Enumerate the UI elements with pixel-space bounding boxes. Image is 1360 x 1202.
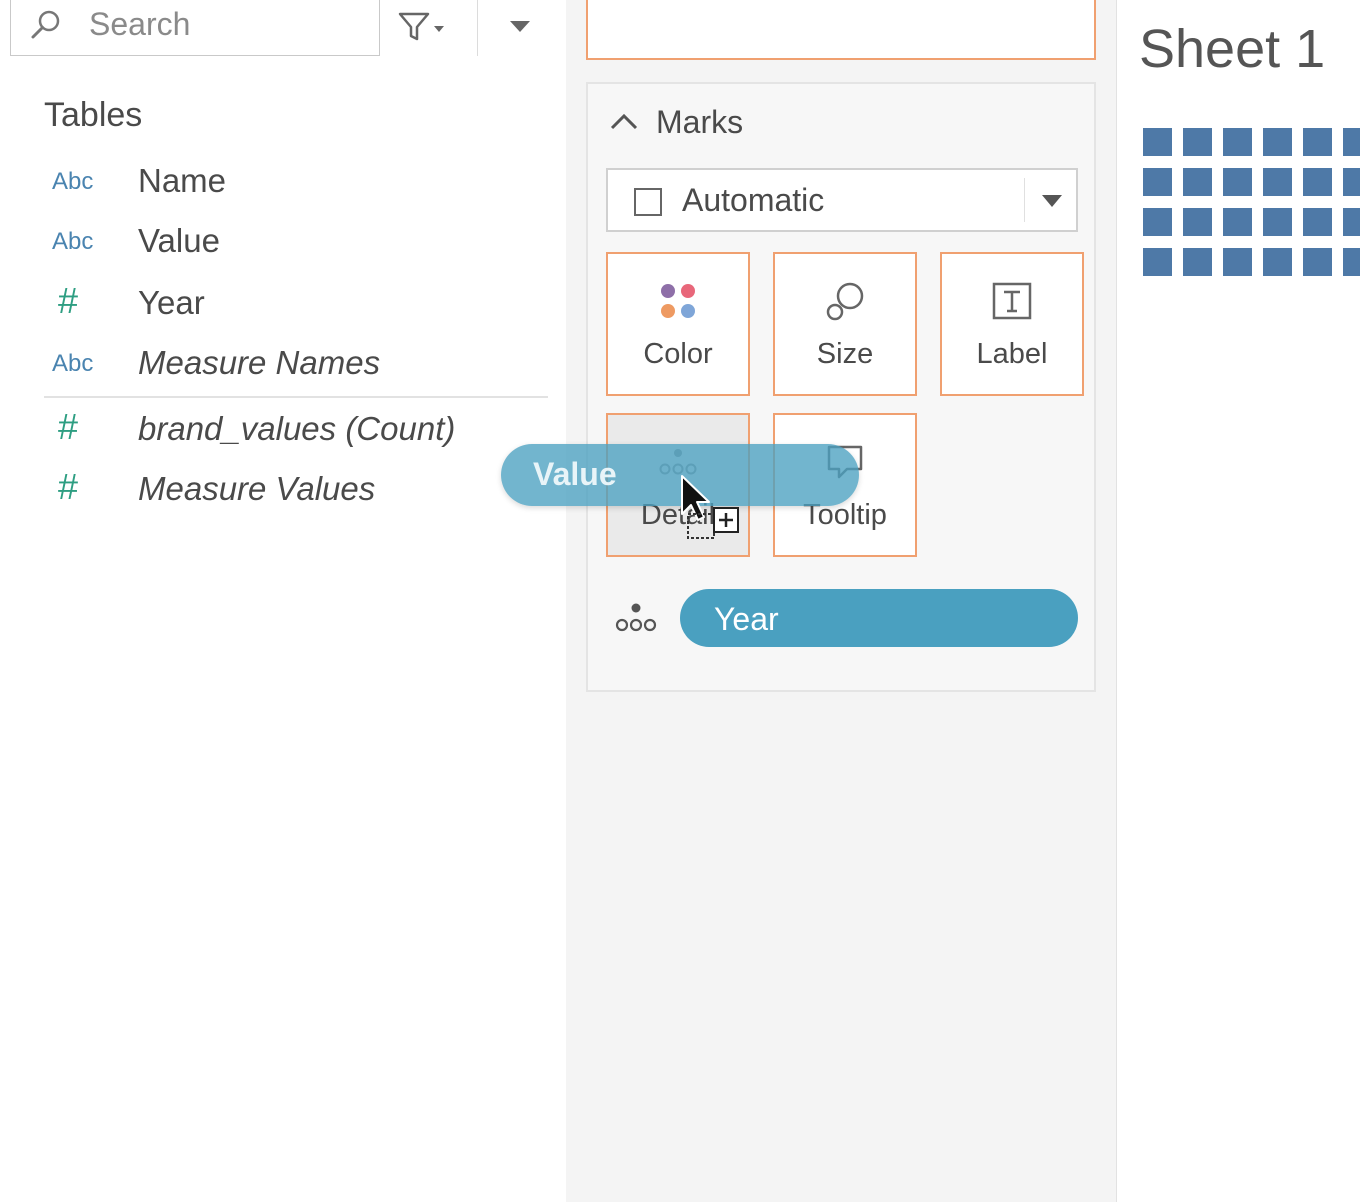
number-type-icon: #	[58, 406, 79, 447]
field-label: Name	[138, 162, 227, 199]
search-divider	[477, 0, 478, 56]
pill-label: Year	[714, 601, 779, 637]
search-icon	[31, 10, 60, 39]
square-mark[interactable]	[1303, 208, 1332, 236]
square-mark[interactable]	[1223, 128, 1252, 156]
square-mark[interactable]	[1143, 168, 1172, 196]
dropdown-divider	[1024, 178, 1025, 222]
square-mark[interactable]	[1263, 208, 1292, 236]
square-mark[interactable]	[1223, 168, 1252, 196]
square-mark[interactable]	[1303, 128, 1332, 156]
worksheet-view: Sheet 1	[1117, 0, 1360, 1202]
mark-type-dropdown[interactable]: Automatic	[606, 168, 1078, 232]
mark-grid	[1143, 128, 1360, 276]
drag-copy-cursor-icon	[681, 475, 739, 539]
size-icon	[826, 282, 864, 321]
search-input[interactable]	[89, 4, 369, 44]
field-year[interactable]: # Year	[44, 280, 544, 328]
search-box[interactable]	[10, 0, 380, 56]
square-mark[interactable]	[1303, 168, 1332, 196]
square-mark[interactable]	[1343, 248, 1360, 276]
field-measure-values[interactable]: # Measure Values	[44, 466, 544, 514]
field-label: Measure Names	[138, 344, 381, 381]
field-label: Year	[138, 284, 205, 321]
tables-heading: Tables	[44, 96, 143, 134]
field-measure-names[interactable]: Abc Measure Names	[44, 340, 544, 388]
number-type-icon: #	[58, 280, 79, 321]
square-mark[interactable]	[1183, 128, 1212, 156]
string-type-icon: Abc	[52, 168, 94, 195]
color-label: Color	[643, 338, 713, 370]
label-label: Label	[976, 338, 1048, 370]
marks-title: Marks	[656, 104, 744, 140]
square-mark[interactable]	[1183, 208, 1212, 236]
color-button[interactable]: Color	[606, 252, 750, 396]
field-value[interactable]: Abc Value	[44, 218, 544, 266]
size-button[interactable]: Size	[773, 252, 917, 396]
chevron-up-icon[interactable]	[606, 104, 642, 140]
mark-type-value: Automatic	[682, 182, 825, 218]
detail-icon[interactable]	[614, 601, 658, 635]
color-icon	[661, 284, 695, 318]
square-mark[interactable]	[1343, 168, 1360, 196]
chevron-down-icon[interactable]	[1040, 188, 1064, 212]
square-mark[interactable]	[1143, 128, 1172, 156]
label-button[interactable]: Label	[940, 252, 1084, 396]
number-type-icon: #	[58, 466, 79, 507]
field-name[interactable]: Abc Name	[44, 158, 544, 206]
marks-field-row: Year	[606, 589, 1078, 649]
mark-type-icon	[634, 188, 662, 216]
dragged-pill-label: Value	[533, 456, 617, 492]
field-label: Measure Values	[138, 470, 376, 507]
cards-pane: Marks Automatic Color Size Label Detail …	[566, 0, 1117, 1202]
square-mark[interactable]	[1183, 168, 1212, 196]
square-mark[interactable]	[1263, 168, 1292, 196]
data-pane: Tables Abc Name Abc Value # Year Abc Mea…	[0, 0, 567, 1202]
text-label-icon	[992, 282, 1032, 320]
dimensions-measures-separator	[44, 396, 548, 398]
string-type-icon: Abc	[52, 228, 94, 255]
square-mark[interactable]	[1263, 248, 1292, 276]
year-field-pill[interactable]: Year	[680, 589, 1078, 647]
square-mark[interactable]	[1263, 128, 1292, 156]
square-mark[interactable]	[1223, 248, 1252, 276]
square-mark[interactable]	[1343, 208, 1360, 236]
chevron-down-icon[interactable]	[500, 8, 540, 42]
size-label: Size	[816, 338, 874, 370]
square-mark[interactable]	[1343, 128, 1360, 156]
square-mark[interactable]	[1143, 208, 1172, 236]
filters-shelf[interactable]	[586, 0, 1096, 60]
square-mark[interactable]	[1143, 248, 1172, 276]
field-brand-values-count[interactable]: # brand_values (Count)	[44, 406, 544, 454]
field-label: brand_values (Count)	[138, 410, 456, 447]
square-mark[interactable]	[1303, 248, 1332, 276]
string-type-icon: Abc	[52, 350, 94, 377]
field-label: Value	[138, 222, 220, 259]
filter-fields-icon[interactable]	[392, 6, 462, 46]
square-mark[interactable]	[1223, 208, 1252, 236]
square-mark[interactable]	[1183, 248, 1212, 276]
marks-card: Marks Automatic Color Size Label Detail …	[586, 82, 1096, 692]
sheet-title: Sheet 1	[1139, 19, 1326, 79]
